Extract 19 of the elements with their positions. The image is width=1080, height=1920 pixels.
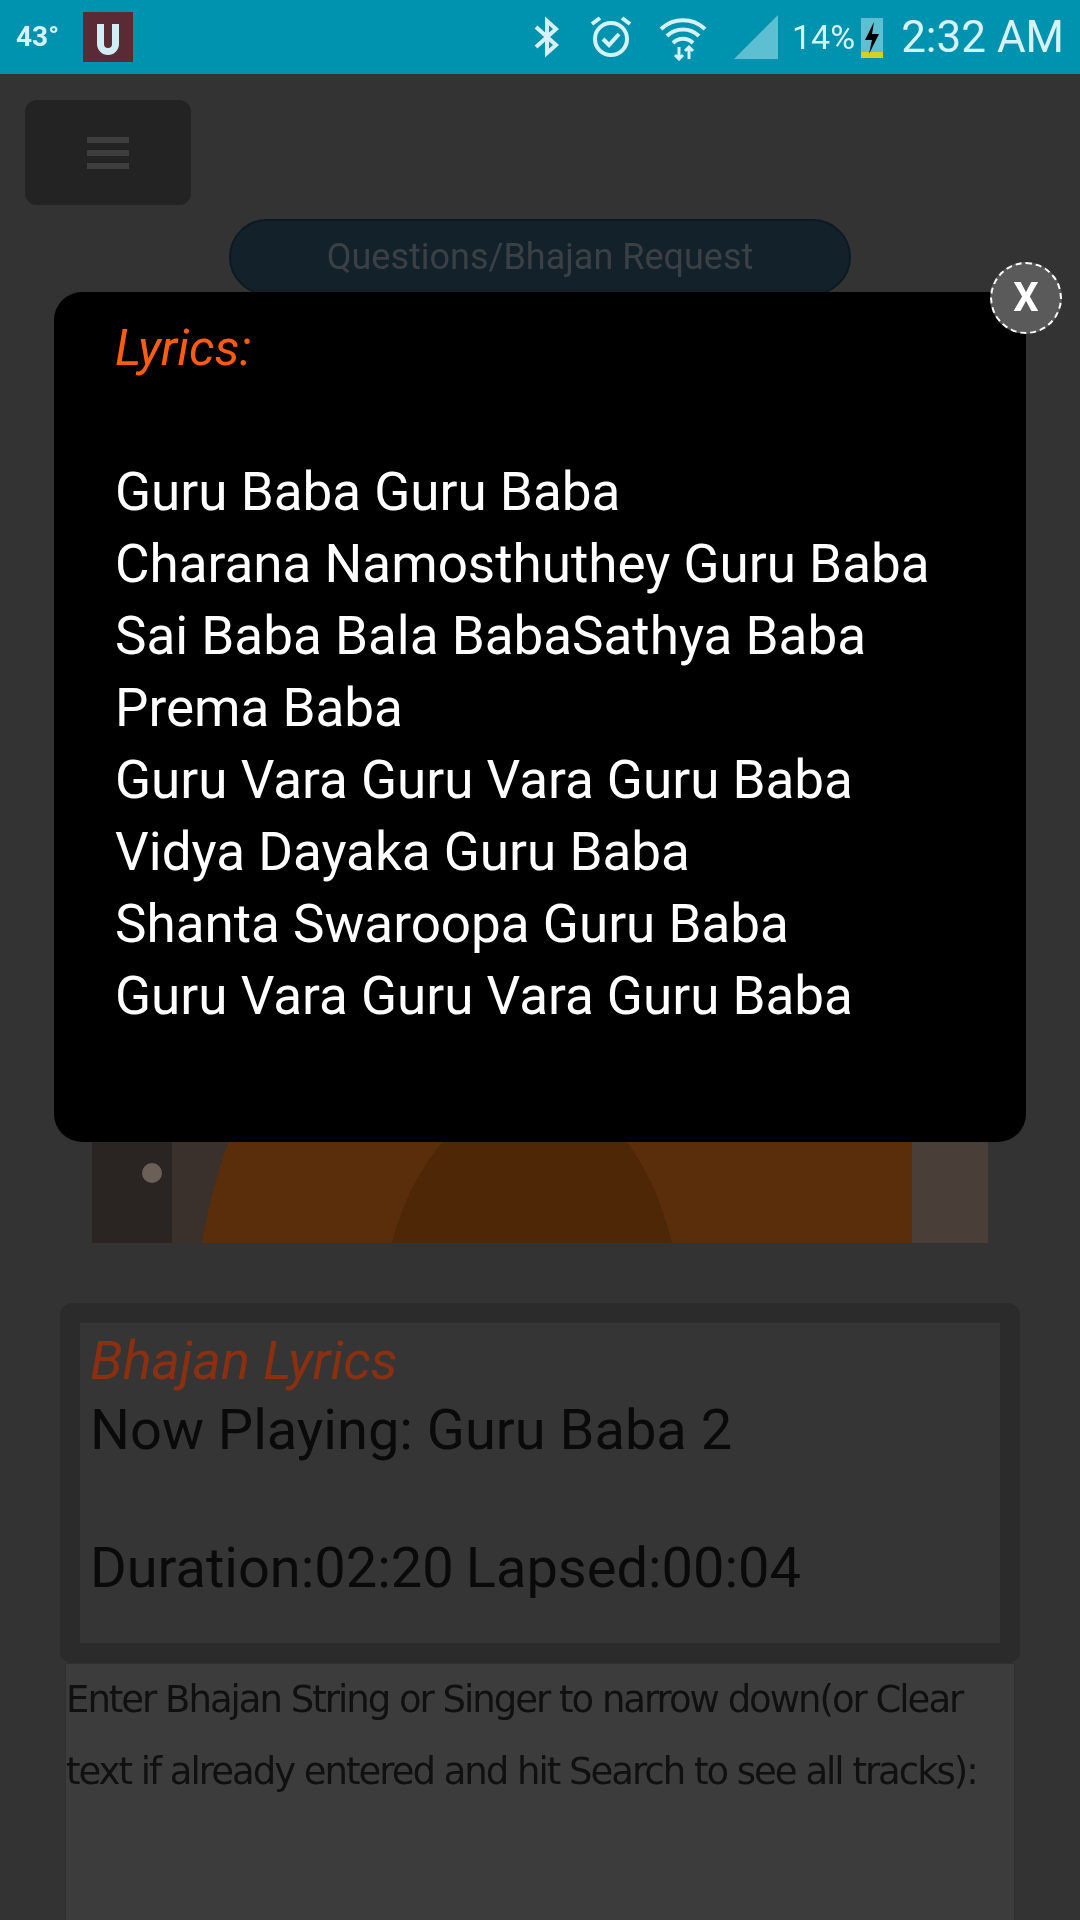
menu-icon [87, 135, 129, 170]
lyrics-line: Guru Vara Guru Vara Guru Baba [115, 748, 854, 813]
player-title: Bhajan Lyrics [90, 1328, 399, 1394]
lyrics-line: Vidya Dayaka Guru Baba [115, 820, 691, 885]
battery-percent: 14% [792, 15, 856, 59]
lyrics-line: Shanta Swaroopa Guru Baba [115, 892, 790, 957]
lyrics-line: Guru Vara Guru Vara Guru Baba [115, 964, 854, 1029]
lyrics-line: Prema Baba [115, 676, 404, 741]
signal-icon [732, 13, 780, 61]
lyrics-line: Charana Namosthuthey Guru Baba [115, 532, 931, 597]
alarm-icon [588, 14, 634, 60]
lyrics-line: Guru Baba Guru Baba [115, 460, 622, 525]
clock: 2:32 AM [901, 10, 1064, 65]
lyrics-line: Sai Baba Bala BabaSathya Baba [115, 604, 867, 669]
close-button[interactable]: X [990, 262, 1062, 334]
menu-button[interactable] [25, 100, 191, 205]
lyrics-heading: Lyrics: [115, 318, 253, 379]
temperature: 43° [16, 19, 60, 55]
app-icon [83, 12, 134, 62]
